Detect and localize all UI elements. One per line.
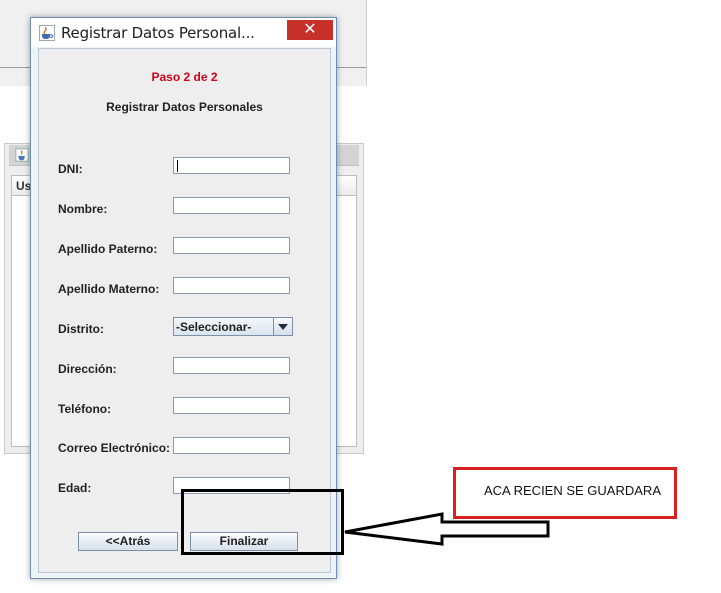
annotation-note: ACA RECIEN SE GUARDARA <box>484 483 661 498</box>
java-cup-icon <box>15 148 29 162</box>
form-heading: Registrar Datos Personales <box>106 100 263 114</box>
dialog-titlebar[interactable]: Registrar Datos Personal... ✕ <box>31 18 336 47</box>
apellido-materno-label: Apellido Materno: <box>58 282 160 296</box>
step-indicator: Paso 2 de 2 <box>151 70 218 84</box>
apellido-paterno-input[interactable] <box>173 237 290 254</box>
close-button[interactable]: ✕ <box>287 20 333 40</box>
telefono-input[interactable] <box>173 397 290 414</box>
nombre-input[interactable] <box>173 197 290 214</box>
distrito-label: Distrito: <box>58 322 104 336</box>
dni-label: DNI: <box>58 162 83 176</box>
back-button[interactable]: <<Atrás <box>78 532 178 551</box>
text-caret <box>177 160 178 172</box>
dni-input[interactable] <box>173 157 290 174</box>
nombre-label: Nombre: <box>58 202 108 216</box>
correo-label: Correo Electrónico: <box>58 441 171 455</box>
highlight-box <box>181 489 344 555</box>
dialog-title: Registrar Datos Personal... <box>61 24 255 42</box>
distrito-select[interactable]: -Seleccionar- <box>173 317 293 336</box>
direccion-label: Dirección: <box>58 362 117 376</box>
telefono-label: Teléfono: <box>58 402 112 416</box>
direccion-input[interactable] <box>173 357 290 374</box>
close-icon: ✕ <box>303 21 317 38</box>
apellido-paterno-label: Apellido Paterno: <box>58 242 158 256</box>
chevron-down-icon[interactable] <box>273 318 292 335</box>
java-cup-icon <box>39 25 55 41</box>
edad-label: Edad: <box>58 481 92 495</box>
apellido-materno-input[interactable] <box>173 277 290 294</box>
distrito-selected-value: -Seleccionar- <box>176 320 252 334</box>
correo-input[interactable] <box>173 437 290 454</box>
